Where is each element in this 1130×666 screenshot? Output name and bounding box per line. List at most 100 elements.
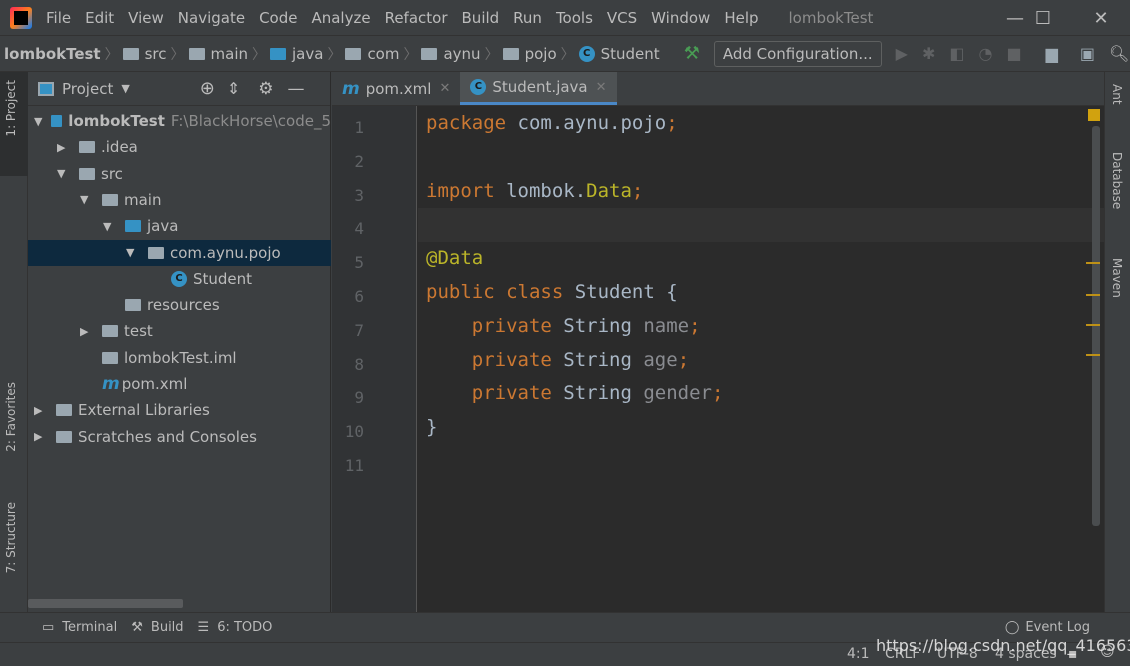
- breadcrumb-item[interactable]: java 〉: [270, 44, 341, 64]
- chevron-right-icon[interactable]: ▶: [34, 430, 48, 443]
- tree-item[interactable]: lombokTest.iml: [28, 345, 331, 371]
- hide-icon[interactable]: —: [288, 79, 305, 99]
- chevron-right-icon[interactable]: ▶: [57, 141, 71, 154]
- horizontal-scrollbar[interactable]: [28, 599, 183, 608]
- menu-file[interactable]: File: [46, 9, 71, 27]
- menu-view[interactable]: View: [128, 9, 164, 27]
- chevron-down-icon[interactable]: ▼: [34, 115, 43, 128]
- tree-item[interactable]: ▶ .idea: [28, 134, 331, 160]
- tree-item[interactable]: m pom.xml: [28, 371, 331, 397]
- chevron-down-icon[interactable]: ▼: [103, 220, 117, 233]
- profile-icon[interactable]: ◔: [979, 44, 993, 63]
- locate-icon[interactable]: ⊕: [200, 78, 215, 99]
- breadcrumb-item[interactable]: pojo 〉: [502, 44, 575, 64]
- chevron-down-icon[interactable]: ▼: [80, 193, 94, 206]
- run-anything-icon[interactable]: ▣: [1080, 44, 1095, 63]
- folder-icon: [188, 47, 205, 60]
- tree-item[interactable]: ▶ External Libraries: [28, 397, 331, 423]
- tab-maven[interactable]: Maven: [1110, 258, 1124, 298]
- error-stripe-mark[interactable]: [1086, 262, 1100, 264]
- maximize-button[interactable]: ☐: [1014, 0, 1072, 36]
- close-tab-icon[interactable]: ✕: [596, 80, 607, 95]
- breadcrumb-item[interactable]: aynu 〉: [421, 44, 499, 64]
- code-line[interactable]: package com.aynu.pojo;: [426, 106, 678, 140]
- close-button[interactable]: ✕: [1072, 0, 1130, 36]
- breadcrumb-item[interactable]: src 〉: [122, 44, 185, 64]
- menu-build[interactable]: Build: [462, 9, 500, 27]
- menu-tools[interactable]: Tools: [556, 9, 593, 27]
- code-line[interactable]: import lombok.Data;: [426, 174, 643, 208]
- build-icon: ⚒: [131, 620, 143, 635]
- chevron-down-icon[interactable]: ▼: [57, 167, 71, 180]
- tab-todo[interactable]: 6: TODO: [217, 620, 272, 635]
- error-stripe-mark[interactable]: [1086, 354, 1100, 356]
- tree-item[interactable]: ▶ test: [28, 318, 331, 344]
- menu-vcs[interactable]: VCS: [607, 9, 637, 27]
- breadcrumb-item[interactable]: lombokTest 〉: [4, 44, 119, 64]
- tree-item[interactable]: ▼ java: [28, 213, 331, 239]
- tab-database[interactable]: Database: [1110, 152, 1124, 209]
- close-tab-icon[interactable]: ✕: [439, 81, 450, 96]
- code-token: ;: [712, 382, 724, 405]
- code-line[interactable]: public class Student {: [426, 275, 678, 309]
- event-log-icon: ◯: [1004, 620, 1020, 635]
- chevron-right-icon[interactable]: ▶: [34, 404, 48, 417]
- event-log-button[interactable]: Event Log: [1025, 620, 1090, 635]
- tab-structure[interactable]: 7: Structure: [4, 502, 18, 573]
- tree-item[interactable]: ▼ com.aynu.pojo: [28, 239, 331, 266]
- code-line[interactable]: private String age;: [426, 343, 689, 377]
- menu-edit[interactable]: Edit: [85, 9, 114, 27]
- add-configuration-button[interactable]: Add Configuration...: [713, 40, 882, 67]
- project-structure-icon[interactable]: ▆: [1046, 44, 1058, 63]
- menu-refactor[interactable]: Refactor: [385, 9, 448, 27]
- stop-icon[interactable]: ■: [1006, 44, 1021, 63]
- tree-item[interactable]: resources: [28, 292, 331, 318]
- code-line[interactable]: @Data: [426, 241, 483, 275]
- menu-analyze[interactable]: Analyze: [311, 9, 370, 27]
- tab-favorites[interactable]: 2: Favorites: [4, 382, 18, 452]
- build-hammer-icon[interactable]: ⚒: [684, 43, 700, 64]
- breadcrumb-item[interactable]: com 〉: [345, 44, 417, 64]
- tree-item[interactable]: ▼ main: [28, 187, 331, 213]
- tree-item[interactable]: ▼ lombokTest F:\BlackHorse\code_5: [28, 108, 331, 134]
- error-stripe-mark[interactable]: [1086, 294, 1100, 296]
- tab-pom-xml[interactable]: m pom.xml ✕: [332, 72, 460, 105]
- chevron-right-icon[interactable]: ▶: [80, 325, 94, 338]
- collapse-all-icon[interactable]: ⇕: [227, 79, 240, 98]
- coverage-icon[interactable]: ◧: [949, 44, 964, 63]
- tab-project[interactable]: 1: Project: [4, 80, 18, 137]
- chevron-down-icon[interactable]: ▼: [121, 82, 129, 95]
- menu-code[interactable]: Code: [259, 9, 297, 27]
- code-line[interactable]: }: [426, 410, 437, 444]
- breadcrumb-item[interactable]: main 〉: [188, 44, 266, 64]
- run-icon[interactable]: ▶: [896, 44, 908, 63]
- tab-build[interactable]: Build: [151, 620, 184, 635]
- tab-ant[interactable]: Ant: [1110, 84, 1124, 105]
- search-icon[interactable]: 🔍︎: [1109, 44, 1129, 63]
- code-line[interactable]: private String gender;: [426, 376, 724, 410]
- caret-position[interactable]: 4:1: [847, 646, 870, 662]
- breadcrumb-item[interactable]: C Student: [578, 45, 660, 63]
- code-token: age: [643, 348, 678, 371]
- project-view-selector[interactable]: Project: [62, 80, 113, 98]
- debug-icon[interactable]: ✱: [922, 44, 935, 63]
- menu-navigate[interactable]: Navigate: [178, 9, 245, 27]
- tree-item[interactable]: C Student: [28, 266, 331, 292]
- tab-terminal[interactable]: Terminal: [62, 620, 117, 635]
- tab-student-java[interactable]: C Student.java ✕: [460, 72, 617, 105]
- gear-icon[interactable]: ⚙: [258, 79, 273, 99]
- tree-item-label: .idea: [101, 138, 138, 157]
- title-bar: File Edit View Navigate Code Analyze Refactor B…: [0, 0, 1130, 36]
- error-stripe-mark[interactable]: [1086, 324, 1100, 326]
- inspection-warning-icon[interactable]: [1088, 109, 1100, 121]
- menu-help[interactable]: Help: [724, 9, 758, 27]
- tree-item[interactable]: ▼ src: [28, 161, 331, 187]
- tree-item-label: src: [101, 164, 123, 183]
- menu-window[interactable]: Window: [651, 9, 710, 27]
- chevron-down-icon[interactable]: ▼: [126, 246, 140, 259]
- menu-run[interactable]: Run: [513, 9, 542, 27]
- vertical-scrollbar[interactable]: [1092, 126, 1100, 526]
- code-line[interactable]: private String name;: [426, 309, 701, 343]
- tree-item[interactable]: ▶ Scratches and Consoles: [28, 424, 331, 450]
